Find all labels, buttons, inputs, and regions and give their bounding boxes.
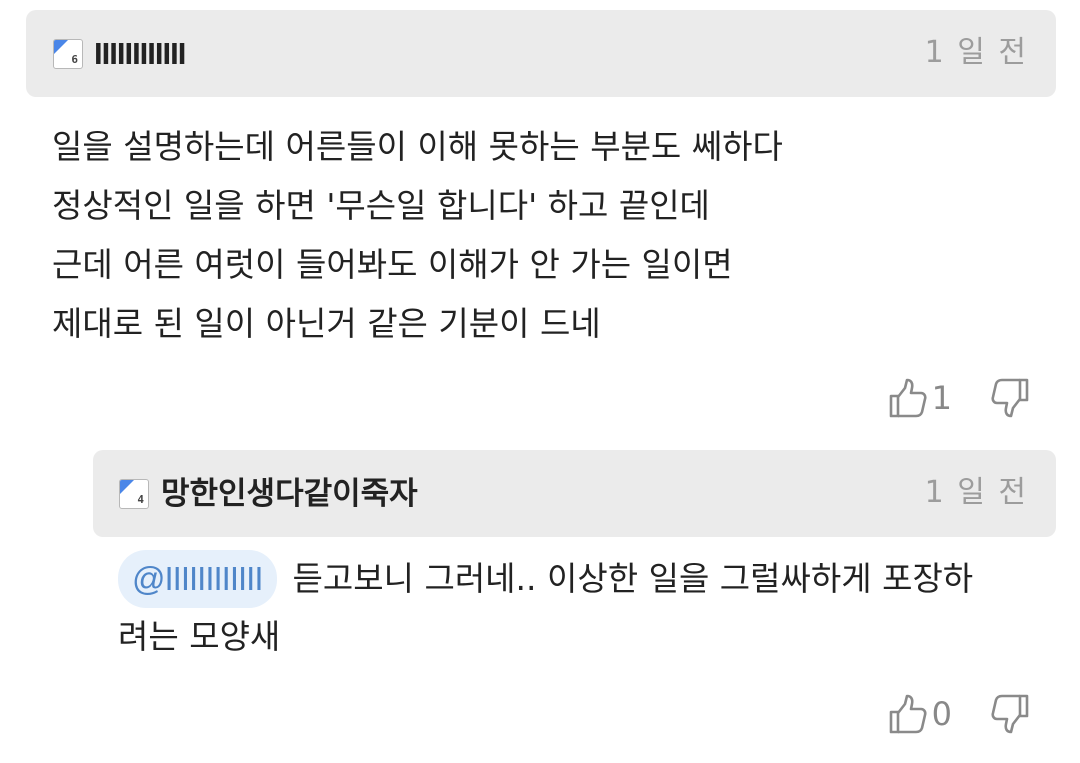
comment-text: 일을 설명하는데 어른들이 이해 못하는 부분도 쎄하다 정상적인 일을 하면 … bbox=[52, 117, 1052, 353]
username[interactable]: IIIIIIIIIIII bbox=[94, 35, 186, 73]
mention-tag[interactable]: @IIIIIIIIIIII bbox=[118, 550, 277, 608]
like-button[interactable]: 1 bbox=[888, 376, 990, 420]
thumbs-down-icon bbox=[991, 378, 1029, 418]
level-number: 4 bbox=[137, 493, 144, 506]
thumbs-up-icon bbox=[889, 694, 927, 734]
dislike-button[interactable] bbox=[990, 377, 1030, 419]
thumbs-up-icon bbox=[889, 378, 927, 418]
thumbs-down-icon bbox=[991, 694, 1029, 734]
timestamp: 1 일 전 bbox=[924, 35, 1028, 70]
reply-line: 려는 모양새 bbox=[118, 617, 281, 656]
reply-line-text: 듣고보니 그러네.. 이상한 일을 그럴싸하게 포장하 bbox=[292, 559, 974, 598]
reply-text: @IIIIIIIIIIII 듣고보니 그러네.. 이상한 일을 그럴싸하게 포장하… bbox=[118, 550, 1058, 666]
like-count: 0 bbox=[931, 695, 952, 733]
username[interactable]: 망한인생다같이죽자 bbox=[161, 475, 418, 513]
timestamp: 1 일 전 bbox=[924, 475, 1028, 510]
like-count: 1 bbox=[931, 379, 952, 417]
reply-line: @IIIIIIIIIIII 듣고보니 그러네.. 이상한 일을 그럴싸하게 포장하 bbox=[118, 550, 1058, 608]
comment-line: 정상적인 일을 하면 '무슨일 합니다' 하고 끝인데 bbox=[52, 186, 710, 225]
comment-line: 제대로 된 일이 아닌거 같은 기분이 드네 bbox=[52, 304, 601, 343]
level-badge-icon: 6 bbox=[53, 39, 83, 69]
like-button[interactable]: 0 bbox=[888, 692, 990, 736]
level-badge-icon: 4 bbox=[119, 479, 149, 509]
dislike-button[interactable] bbox=[990, 693, 1030, 735]
vote-row: 0 bbox=[888, 692, 1030, 736]
level-number: 6 bbox=[71, 53, 78, 66]
reply-header: 4 망한인생다같이죽자 1 일 전 bbox=[93, 450, 1056, 537]
comment-line: 일을 설명하는데 어른들이 이해 못하는 부분도 쎄하다 bbox=[52, 127, 783, 166]
vote-row: 1 bbox=[888, 376, 1030, 420]
comment-header: 6 IIIIIIIIIIII 1 일 전 bbox=[26, 10, 1056, 97]
comment-line: 근데 어른 여럿이 들어봐도 이해가 안 가는 일이면 bbox=[52, 245, 733, 284]
